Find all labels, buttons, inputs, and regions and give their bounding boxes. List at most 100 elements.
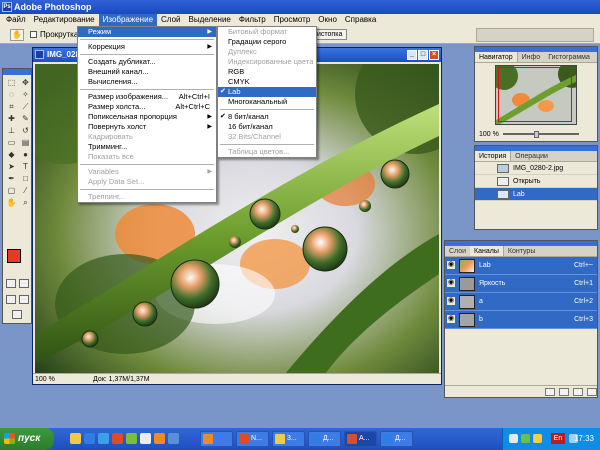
- channel-row[interactable]: ◉ Lab Ctrl+~: [445, 257, 597, 275]
- menu-filter[interactable]: Фильтр: [235, 14, 270, 26]
- menu-help[interactable]: Справка: [341, 14, 380, 26]
- taskbar-button[interactable]: N...: [236, 431, 269, 447]
- visibility-eye-icon[interactable]: ◉: [447, 279, 455, 287]
- menu-image[interactable]: Изображение: [98, 14, 158, 26]
- eraser-tool-icon[interactable]: ▭: [5, 137, 18, 148]
- image-menu-item[interactable]: Режим ▶: [78, 27, 216, 37]
- taskbar-button[interactable]: Д...: [380, 431, 413, 447]
- shape-tool-icon[interactable]: □: [19, 173, 32, 184]
- quicklaunch-firefox-icon[interactable]: [154, 433, 165, 444]
- start-button[interactable]: пуск: [0, 428, 54, 450]
- tab-info[interactable]: Инфо: [518, 52, 545, 62]
- crop-tool-icon[interactable]: ⌗: [5, 101, 18, 112]
- mode-menu-item[interactable]: ✔ Lab: [218, 87, 316, 97]
- slice-tool-icon[interactable]: ⟋: [19, 101, 32, 112]
- navigator-zoom-knob[interactable]: [534, 131, 540, 138]
- close-icon[interactable]: ×: [429, 50, 439, 60]
- standard-mode-icon[interactable]: [6, 279, 16, 288]
- navigator-thumbnail[interactable]: [495, 65, 577, 125]
- menu-layer[interactable]: Слой: [157, 14, 184, 26]
- maximize-icon[interactable]: □: [418, 50, 428, 60]
- menu-view[interactable]: Просмотр: [270, 14, 315, 26]
- tab-actions[interactable]: Операции: [511, 151, 552, 161]
- image-menu-item[interactable]: Внешний канал...: [78, 67, 216, 77]
- quicklaunch-explorer-icon[interactable]: [140, 433, 151, 444]
- image-menu-item[interactable]: Повернуть холст ▶: [78, 122, 216, 132]
- scroll-all-checkbox[interactable]: [30, 31, 37, 38]
- quicklaunch-app-icon[interactable]: [126, 433, 137, 444]
- tray-volume-icon[interactable]: [533, 434, 542, 443]
- save-selection-icon[interactable]: [559, 388, 569, 396]
- gradient-tool-icon[interactable]: ▤: [19, 137, 32, 148]
- taskbar-button[interactable]: [200, 431, 233, 447]
- language-indicator[interactable]: En: [551, 433, 565, 444]
- quicklaunch-extra-icon[interactable]: [168, 433, 179, 444]
- image-menu-item[interactable]: Размер холста... Alt+Ctrl+C: [78, 102, 216, 112]
- tray-antivirus-icon[interactable]: [521, 434, 530, 443]
- history-brush-icon[interactable]: ↺: [19, 125, 32, 136]
- mode-menu-item[interactable]: RGB: [218, 67, 316, 77]
- image-menu-item[interactable]: Коррекция ▶: [78, 42, 216, 52]
- delete-channel-icon[interactable]: [587, 388, 597, 396]
- hand-tool-icon[interactable]: ✋: [10, 29, 24, 41]
- tab-histogram[interactable]: Гистограмма: [544, 52, 594, 62]
- eyedropper-icon[interactable]: ⁄: [19, 185, 32, 196]
- image-menu-item[interactable]: Тримминг...: [78, 142, 216, 152]
- history-state[interactable]: Lab: [475, 188, 597, 201]
- new-channel-icon[interactable]: [573, 388, 583, 396]
- tab-navigator[interactable]: Навигатор: [475, 52, 518, 62]
- blur-tool-icon[interactable]: ◆: [5, 149, 18, 160]
- navigator-view-box[interactable]: [498, 67, 572, 122]
- mode-menu-item[interactable]: Градации серого: [218, 37, 316, 47]
- tray-network-icon[interactable]: [509, 434, 518, 443]
- move-tool-icon[interactable]: ✥: [19, 77, 32, 88]
- mode-menu-item[interactable]: 16 бит/канал: [218, 122, 316, 132]
- document-size-info[interactable]: Док: 1,37M/1,37M: [93, 374, 150, 385]
- quicklaunch-media-icon[interactable]: [112, 433, 123, 444]
- hand-icon[interactable]: ✋: [5, 197, 18, 208]
- menu-window[interactable]: Окно: [314, 14, 341, 26]
- mode-menu-item[interactable]: Многоканальный: [218, 97, 316, 107]
- image-menu-item[interactable]: Создать дубликат...: [78, 57, 216, 67]
- document-zoom[interactable]: 100 %: [35, 374, 55, 385]
- channel-row[interactable]: ◉ a Ctrl+2: [445, 293, 597, 311]
- tab-channels[interactable]: Каналы: [470, 246, 504, 256]
- visibility-eye-icon[interactable]: ◉: [447, 297, 455, 305]
- type-tool-icon[interactable]: T: [19, 161, 32, 172]
- screen-mode-standard-icon[interactable]: [6, 295, 16, 304]
- screen-mode-full-icon[interactable]: [19, 295, 29, 304]
- quick-mask-icon[interactable]: [19, 279, 29, 288]
- foreground-color-swatch[interactable]: [7, 249, 21, 263]
- quicklaunch-folder-icon[interactable]: [70, 433, 81, 444]
- path-select-icon[interactable]: ➤: [5, 161, 18, 172]
- menu-edit[interactable]: Редактирование: [30, 14, 99, 26]
- taskbar-button[interactable]: 3...: [272, 431, 305, 447]
- visibility-eye-icon[interactable]: ◉: [447, 261, 455, 269]
- menu-file[interactable]: Файл: [2, 14, 30, 26]
- quicklaunch-desktop-icon[interactable]: [98, 433, 109, 444]
- navigator-zoom-slider[interactable]: [503, 133, 579, 135]
- healing-brush-icon[interactable]: ✚: [5, 113, 18, 124]
- taskbar-button[interactable]: Д...: [308, 431, 341, 447]
- minimize-icon[interactable]: _: [407, 50, 417, 60]
- tab-history[interactable]: История: [475, 151, 512, 161]
- mode-menu-item[interactable]: ✔ 8 бит/канал: [218, 112, 316, 122]
- channel-row[interactable]: ◉ b Ctrl+3: [445, 311, 597, 329]
- tab-paths[interactable]: Контуры: [504, 246, 539, 256]
- marquee-tool-icon[interactable]: ⬚: [5, 77, 18, 88]
- image-menu-item[interactable]: Вычисления...: [78, 77, 216, 87]
- pen-tool-icon[interactable]: ✒: [5, 173, 18, 184]
- zoom-tool-icon[interactable]: ⌕: [19, 197, 32, 208]
- visibility-eye-icon[interactable]: ◉: [447, 315, 455, 323]
- dodge-tool-icon[interactable]: ●: [19, 149, 32, 160]
- options-button[interactable]: истопка: [312, 29, 348, 40]
- quicklaunch-ie-icon[interactable]: [84, 433, 95, 444]
- channel-row[interactable]: ◉ Яркость Ctrl+1: [445, 275, 597, 293]
- notes-tool-icon[interactable]: ▢: [5, 185, 18, 196]
- brush-tool-icon[interactable]: ✎: [19, 113, 32, 124]
- load-selection-icon[interactable]: [545, 388, 555, 396]
- history-state[interactable]: Открыть: [475, 175, 597, 188]
- magic-wand-icon[interactable]: ✧: [19, 89, 32, 100]
- tab-layers[interactable]: Слои: [445, 246, 470, 256]
- image-menu-item[interactable]: Размер изображения... Alt+Ctrl+I: [78, 92, 216, 102]
